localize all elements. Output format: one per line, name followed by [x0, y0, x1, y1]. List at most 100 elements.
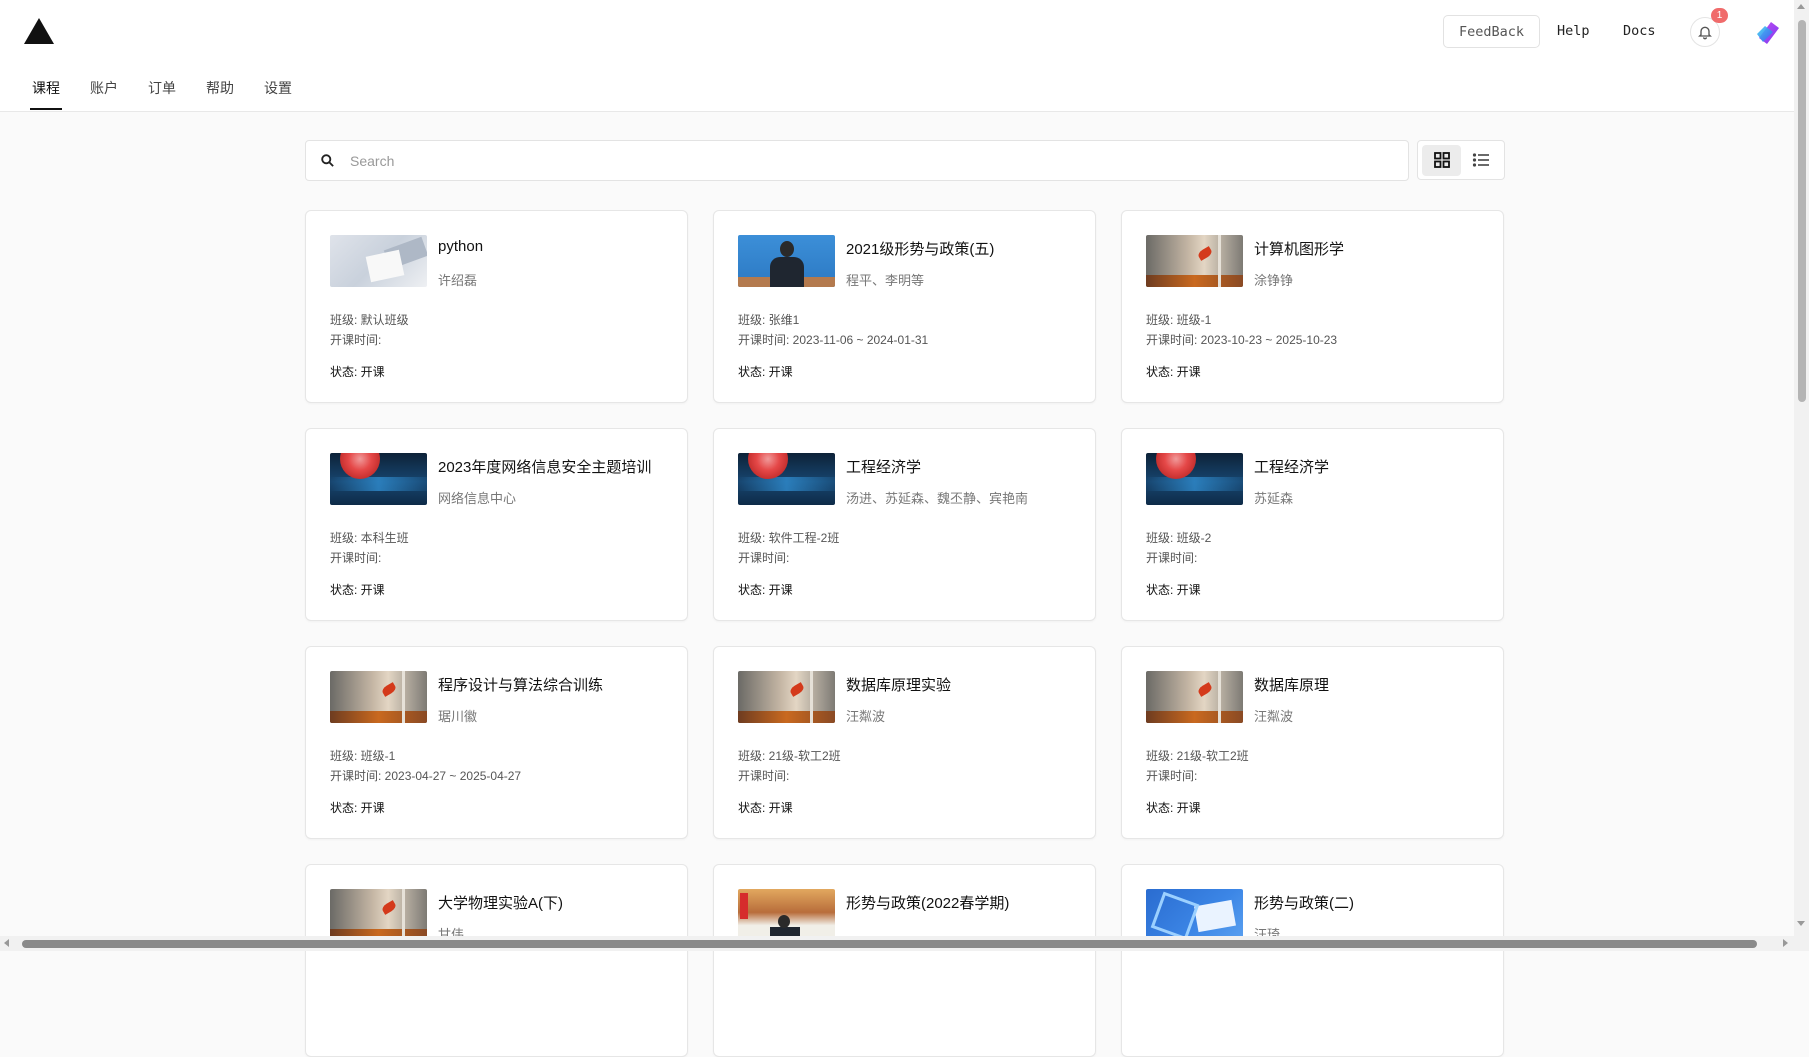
course-title: 数据库原理实验 — [846, 677, 952, 694]
course-title: python — [438, 238, 484, 255]
course-time: 开课时间: 2023-10-23 ~ 2025-10-23 — [1146, 333, 1338, 347]
course-card[interactable]: 数据库原理 汪粼波 班级: 21级-软工2班 开课时间: 状态: 开课 — [1121, 646, 1504, 839]
tab-orders[interactable]: 订单 — [148, 78, 176, 110]
course-thumbnail — [738, 453, 835, 505]
course-card[interactable]: 大学物理实验A(下) 甘伟 — [305, 864, 688, 1057]
course-teacher: 汪粼波 — [1254, 709, 1294, 724]
scroll-up-icon[interactable] — [1797, 4, 1805, 9]
course-card[interactable]: 数据库原理实验 汪粼波 班级: 21级-软工2班 开课时间: 状态: 开课 — [713, 646, 1096, 839]
tab-account[interactable]: 账户 — [90, 78, 118, 110]
course-teacher: 涂铮铮 — [1254, 273, 1294, 288]
course-class: 班级: 21级-软工2班 — [1146, 749, 1249, 763]
top-bar: FeedBack Help Docs 1 课程 账户 订单 帮助 设置 — [0, 0, 1794, 112]
course-title: 数据库原理 — [1254, 677, 1330, 694]
list-view-button[interactable] — [1461, 145, 1500, 176]
course-thumbnail — [330, 235, 427, 287]
tab-settings[interactable]: 设置 — [264, 78, 292, 110]
course-card[interactable]: 形势与政策(2022春学期) — [713, 864, 1096, 1057]
course-class: 班级: 本科生班 — [330, 531, 409, 545]
course-time: 开课时间: — [330, 551, 382, 565]
course-time: 开课时间: — [330, 333, 382, 347]
grid-icon — [1433, 152, 1450, 168]
course-thumbnail — [738, 671, 835, 723]
course-thumbnail — [330, 671, 427, 723]
course-title: 工程经济学 — [1254, 459, 1330, 476]
course-status: 状态: 开课 — [330, 583, 385, 597]
scroll-right-icon[interactable] — [1783, 939, 1788, 947]
course-status: 状态: 开课 — [330, 365, 385, 379]
horizontal-scrollbar[interactable] — [0, 936, 1794, 951]
course-time: 开课时间: — [738, 769, 790, 783]
course-class: 班级: 班级-2 — [1146, 531, 1212, 545]
course-class: 班级: 软件工程-2班 — [738, 531, 840, 545]
notification-badge: 1 — [1711, 8, 1728, 23]
course-thumbnail — [1146, 235, 1243, 287]
course-title: 程序设计与算法综合训练 — [438, 677, 604, 694]
course-thumbnail — [1146, 671, 1243, 723]
course-card[interactable]: 程序设计与算法综合训练 琚川徽 班级: 班级-1 开课时间: 2023-04-2… — [305, 646, 688, 839]
course-card[interactable]: 工程经济学 苏延森 班级: 班级-2 开课时间: 状态: 开课 — [1121, 428, 1504, 621]
course-card[interactable]: 形势与政策(二) 汪琦 — [1121, 864, 1504, 1057]
vertical-scrollbar[interactable] — [1794, 0, 1809, 951]
tab-help[interactable]: 帮助 — [206, 78, 234, 110]
main-tabs: 课程 账户 订单 帮助 设置 — [30, 78, 322, 110]
course-class: 班级: 21级-软工2班 — [738, 749, 841, 763]
course-time: 开课时间: 2023-04-27 ~ 2025-04-27 — [330, 769, 522, 783]
course-status: 状态: 开课 — [1146, 801, 1201, 815]
course-time: 开课时间: — [1146, 551, 1198, 565]
search-input[interactable] — [348, 151, 1352, 170]
course-thumbnail — [738, 235, 835, 287]
course-status: 状态: 开课 — [1146, 583, 1201, 597]
vertical-scroll-thumb[interactable] — [1798, 20, 1806, 402]
feedback-button[interactable]: FeedBack — [1443, 15, 1540, 48]
list-icon — [1472, 153, 1489, 167]
course-time: 开课时间: 2023-11-06 ~ 2024-01-31 — [738, 333, 929, 347]
course-class: 班级: 班级-1 — [1146, 313, 1212, 327]
course-status: 状态: 开课 — [738, 583, 793, 597]
tab-courses[interactable]: 课程 — [30, 78, 62, 110]
course-title: 2023年度网络信息安全主题培训 — [438, 459, 652, 476]
course-title: 2021级形势与政策(五) — [846, 241, 995, 258]
search-icon — [321, 154, 334, 167]
docs-link[interactable]: Docs — [1623, 23, 1656, 39]
course-thumbnail — [1146, 453, 1243, 505]
course-teacher: 苏延森 — [1254, 491, 1294, 506]
course-title: 形势与政策(2022春学期) — [846, 895, 1010, 912]
course-teacher: 琚川徽 — [438, 709, 478, 724]
course-teacher: 汪粼波 — [846, 709, 886, 724]
grid-view-button[interactable] — [1422, 144, 1461, 176]
course-teacher: 网络信息中心 — [438, 491, 517, 506]
scroll-down-icon[interactable] — [1797, 921, 1805, 926]
course-thumbnail — [330, 889, 427, 941]
search-bar — [305, 140, 1409, 181]
course-title: 工程经济学 — [846, 459, 922, 476]
course-status: 状态: 开课 — [1146, 365, 1201, 379]
course-thumbnail — [738, 889, 835, 941]
help-link[interactable]: Help — [1557, 23, 1590, 39]
course-teacher: 汤进、苏延森、魏丕静、宾艳南 — [846, 491, 1029, 506]
course-teacher: 程平、李明等 — [846, 273, 925, 288]
course-status: 状态: 开课 — [738, 801, 793, 815]
course-card[interactable]: 2021级形势与政策(五) 程平、李明等 班级: 张维1 开课时间: 2023-… — [713, 210, 1096, 403]
course-class: 班级: 默认班级 — [330, 313, 409, 327]
avatar[interactable] — [1753, 16, 1785, 48]
course-card[interactable]: 2023年度网络信息安全主题培训 网络信息中心 班级: 本科生班 开课时间: 状… — [305, 428, 688, 621]
course-card[interactable]: 计算机图形学 涂铮铮 班级: 班级-1 开课时间: 2023-10-23 ~ 2… — [1121, 210, 1504, 403]
course-title: 形势与政策(二) — [1254, 895, 1354, 912]
course-time: 开课时间: — [738, 551, 790, 565]
course-title: 计算机图形学 — [1254, 241, 1345, 258]
course-card[interactable]: 工程经济学 汤进、苏延森、魏丕静、宾艳南 班级: 软件工程-2班 开课时间: 状… — [713, 428, 1096, 621]
course-status: 状态: 开课 — [330, 801, 385, 815]
course-title: 大学物理实验A(下) — [438, 895, 563, 912]
course-class: 班级: 张维1 — [738, 313, 800, 327]
horizontal-scroll-thumb[interactable] — [22, 940, 1757, 948]
triangle-logo-icon[interactable] — [24, 18, 54, 44]
course-status: 状态: 开课 — [738, 365, 793, 379]
scroll-left-icon[interactable] — [4, 939, 9, 947]
course-thumbnail — [1146, 889, 1243, 941]
course-class: 班级: 班级-1 — [330, 749, 396, 763]
course-card[interactable]: python 许绍磊 班级: 默认班级 开课时间: 状态: 开课 — [305, 210, 688, 403]
course-thumbnail — [330, 453, 427, 505]
course-teacher: 许绍磊 — [438, 273, 478, 288]
view-toggle — [1417, 140, 1505, 180]
